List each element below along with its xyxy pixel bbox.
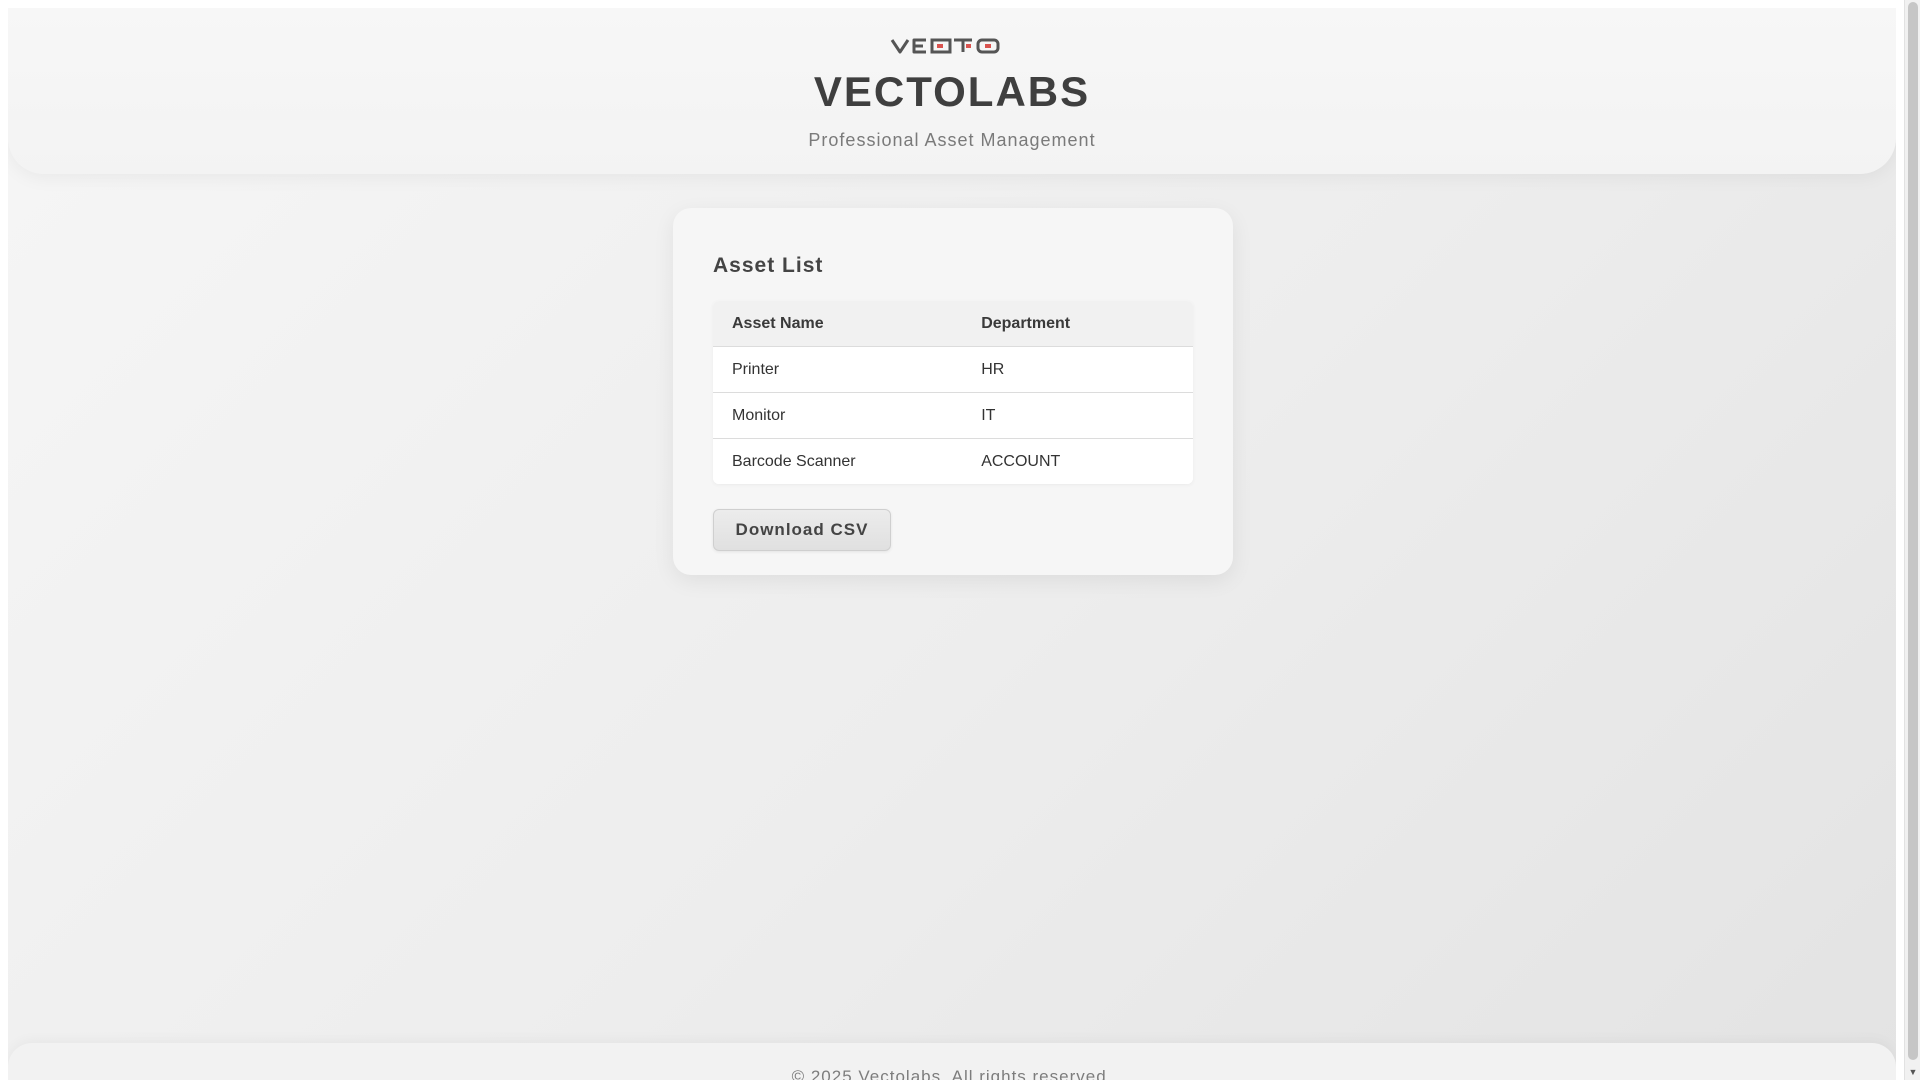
brand-tagline: Professional Asset Management xyxy=(808,130,1096,150)
page-viewport: VECTOLABS Professional Asset Management … xyxy=(8,8,1896,1080)
page-scrollbar[interactable]: ▼ xyxy=(1904,0,1920,1080)
department-cell: ACCOUNT xyxy=(981,452,1061,470)
table-row: Monitor IT xyxy=(713,393,1193,439)
column-header-asset-name: Asset Name xyxy=(732,314,824,332)
site-header: VECTOLABS Professional Asset Management xyxy=(8,8,1896,174)
asset-name-cell: Printer xyxy=(732,360,780,378)
scrollbar-thumb[interactable] xyxy=(1908,2,1918,1060)
vectolabs-logo-icon xyxy=(890,38,1000,54)
site-footer: © 2025 Vectolabs. All rights reserved. xyxy=(8,1043,1896,1080)
asset-list-card: Asset List Asset Name Department Printer… xyxy=(673,208,1233,575)
department-cell: HR xyxy=(981,360,1005,378)
download-csv-button[interactable]: Download CSV xyxy=(713,509,891,551)
table-header-row: Asset Name Department xyxy=(713,301,1193,347)
department-cell: IT xyxy=(981,406,996,424)
brand-title: VECTOLABS xyxy=(813,68,1091,115)
column-header-department: Department xyxy=(981,314,1071,332)
asset-name-cell: Monitor xyxy=(732,406,786,424)
brand-logo xyxy=(8,36,1896,61)
chevron-down-icon[interactable]: ▼ xyxy=(1905,1064,1920,1080)
copyright-text: © 2025 Vectolabs. All rights reserved. xyxy=(791,1067,1113,1080)
asset-list-title: Asset List xyxy=(713,254,824,277)
asset-table: Asset Name Department Printer HR Monitor… xyxy=(713,301,1193,484)
table-row: Barcode Scanner ACCOUNT xyxy=(713,439,1193,484)
table-row: Printer HR xyxy=(713,347,1193,393)
asset-name-cell: Barcode Scanner xyxy=(732,452,856,470)
